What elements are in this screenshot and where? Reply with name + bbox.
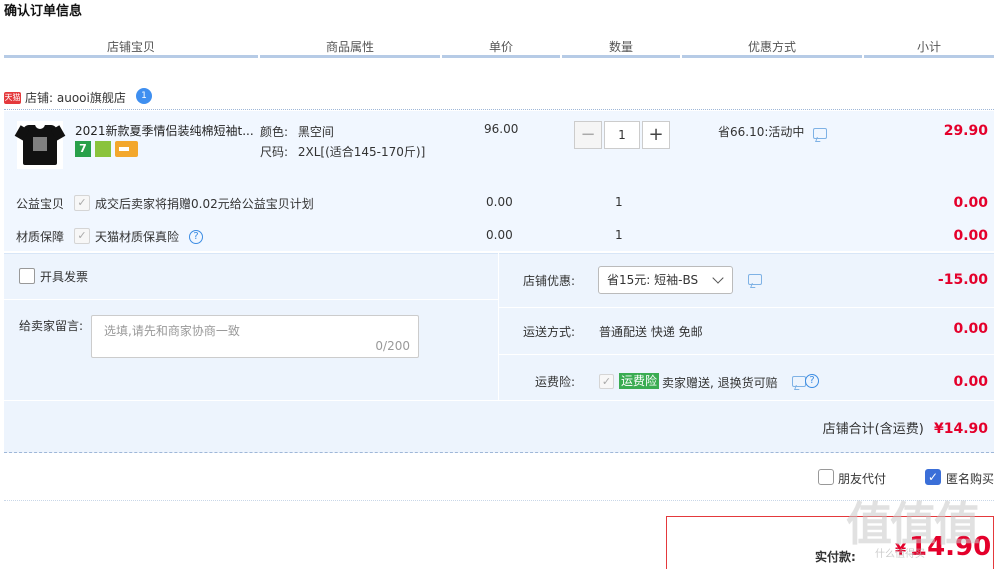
shop-discount-amount: -15.00 bbox=[937, 272, 988, 288]
service-label: 公益宝贝 bbox=[16, 197, 65, 211]
shipping-amount: 0.00 bbox=[953, 321, 988, 337]
credit-card-icon bbox=[115, 141, 138, 157]
page-title: 确认订单信息 bbox=[4, 4, 83, 19]
service-text: 天猫材质保真险 bbox=[95, 230, 180, 244]
product-title-link[interactable]: 2021新款夏季情侣装纯棉短袖t... bbox=[75, 122, 254, 139]
shop-discount-select[interactable]: 省15元: 短袖-BS bbox=[598, 266, 733, 294]
attr-size-label: 尺码: bbox=[260, 145, 289, 159]
discount-comment-icon[interactable] bbox=[748, 274, 762, 285]
invoice-checkbox[interactable] bbox=[19, 268, 35, 284]
column-header: 小计 bbox=[864, 38, 994, 58]
message-label: 给卖家留言: bbox=[19, 319, 84, 333]
shipping-insurance-text: 卖家赠送, 退换货可赔 bbox=[662, 376, 778, 390]
divider bbox=[499, 354, 994, 355]
service-amount: 0.00 bbox=[953, 195, 988, 211]
attr-size: 尺码: 2XL[(适合145-170斤)] bbox=[260, 143, 425, 160]
help-icon[interactable]: ? bbox=[805, 374, 819, 388]
friend-pay-checkbox[interactable] bbox=[818, 469, 834, 485]
material-insurance-checkbox[interactable]: ✓ bbox=[74, 228, 90, 244]
attr-size-value: 2XL[(适合145-170斤)] bbox=[297, 145, 426, 159]
shop-discount-label: 店铺优惠: bbox=[523, 274, 576, 288]
shipping-label: 运送方式: bbox=[523, 325, 576, 339]
anonymous-label: 匿名购买 bbox=[946, 472, 995, 486]
service-text: 成交后卖家将捐赠0.02元给公益宝贝计划 bbox=[95, 197, 314, 211]
service-price: 0.00 bbox=[486, 195, 513, 209]
promotion-text: 省66.10:活动中 bbox=[718, 125, 805, 139]
shipping-insurance-tag: 运费险 bbox=[619, 373, 660, 389]
shop-total-label: 店铺合计(含运费) bbox=[822, 422, 924, 437]
attr-color-value: 黑空间 bbox=[297, 125, 334, 139]
column-header: 店铺宝贝 bbox=[4, 38, 258, 58]
increase-quantity-button[interactable]: + bbox=[642, 121, 670, 149]
shop-total: 店铺合计(含运费) ¥14.90 bbox=[700, 418, 988, 437]
attr-color: 颜色: 黑空间 bbox=[260, 123, 334, 140]
service-qty: 1 bbox=[615, 228, 623, 242]
quantity-stepper: − 1 + bbox=[574, 121, 670, 149]
service-qty: 1 bbox=[615, 195, 623, 209]
shipping-insurance-label: 运费险: bbox=[535, 375, 576, 389]
friend-pay-label: 朋友代付 bbox=[838, 472, 887, 486]
watermark-subtitle: 什么值得买 bbox=[875, 549, 925, 560]
divider bbox=[499, 307, 994, 308]
seven-day-return-icon: 7 bbox=[75, 141, 91, 157]
tmall-badge: 天猫 bbox=[4, 92, 21, 104]
column-header: 商品属性 bbox=[260, 38, 440, 58]
shipping-value: 普通配送 快递 免邮 bbox=[599, 325, 703, 339]
quantity-input[interactable]: 1 bbox=[604, 121, 640, 149]
tshirt-image bbox=[23, 124, 57, 165]
column-header: 数量 bbox=[562, 38, 680, 58]
chevron-down-icon bbox=[712, 272, 724, 284]
service-price: 0.00 bbox=[486, 228, 513, 242]
shipping-insurance-checkbox[interactable]: ✓ bbox=[599, 374, 614, 389]
divider bbox=[4, 299, 498, 300]
shop-row bbox=[4, 86, 994, 110]
charity-checkbox[interactable]: ✓ bbox=[74, 195, 90, 211]
shop-total-amount: ¥14.90 bbox=[933, 421, 988, 437]
guarantee-icon bbox=[95, 141, 111, 157]
attr-color-label: 颜色: bbox=[260, 125, 289, 139]
shipping-insurance-amount: 0.00 bbox=[953, 374, 988, 390]
product-thumbnail[interactable] bbox=[17, 121, 63, 169]
unit-price: 96.00 bbox=[484, 122, 519, 136]
service-amount: 0.00 bbox=[953, 228, 988, 244]
message-placeholder: 选填,请先和商家协商一致 bbox=[104, 324, 240, 338]
help-icon[interactable]: ? bbox=[189, 230, 203, 244]
message-counter: 0/200 bbox=[375, 339, 410, 353]
decrease-quantity-button[interactable]: − bbox=[574, 121, 602, 149]
insurance-comment-icon[interactable] bbox=[792, 376, 806, 387]
column-header: 单价 bbox=[442, 38, 560, 58]
seller-message-textarea[interactable]: 选填,请先和商家协商一致 0/200 bbox=[91, 315, 419, 358]
wangwang-chat-icon[interactable]: 1 bbox=[136, 88, 152, 104]
table-header: 店铺宝贝 商品属性 单价 数量 优惠方式 小计 bbox=[4, 38, 994, 60]
column-header: 优惠方式 bbox=[682, 38, 862, 58]
promo-comment-icon[interactable] bbox=[813, 128, 827, 139]
divider bbox=[498, 253, 499, 400]
invoice-label: 开具发票 bbox=[40, 270, 89, 284]
anonymous-checkbox[interactable]: ✓ bbox=[925, 469, 941, 485]
shop-discount-selected: 省15元: 短袖-BS bbox=[607, 273, 699, 287]
service-label: 材质保障 bbox=[16, 230, 65, 244]
shop-name-link[interactable]: 店铺: auooi旗舰店 bbox=[25, 89, 126, 106]
item-subtotal: 29.90 bbox=[943, 123, 988, 139]
